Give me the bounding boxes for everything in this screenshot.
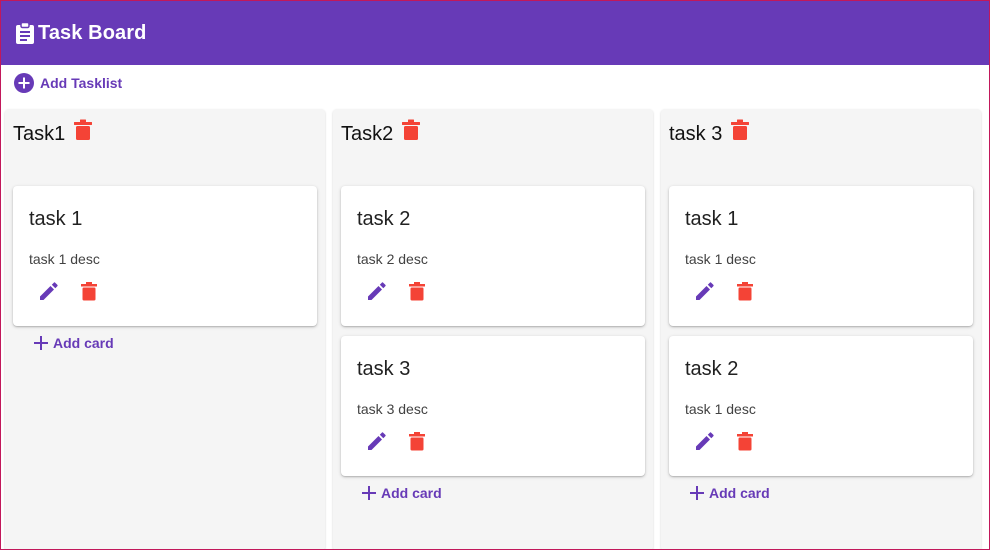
card-description: task 1 desc <box>685 401 756 417</box>
add-circle-icon <box>14 73 34 93</box>
edit-card-button[interactable] <box>37 279 61 303</box>
trash-icon <box>737 431 753 450</box>
pencil-icon <box>696 282 714 300</box>
pencil-icon <box>368 282 386 300</box>
add-card-label: Add card <box>381 485 442 501</box>
pencil-icon <box>696 432 714 450</box>
trash-icon <box>81 281 97 300</box>
delete-tasklist-button[interactable] <box>730 119 750 141</box>
trash-icon <box>731 119 750 140</box>
trash-icon <box>402 119 421 140</box>
tasklist-column: task 3 task 1 task 1 desc task 2 task 1 … <box>661 109 981 549</box>
tasklist-header: task 3 <box>669 119 750 147</box>
edit-card-button[interactable] <box>693 279 717 303</box>
pencil-icon <box>40 282 58 300</box>
trash-icon <box>409 281 425 300</box>
trash-icon <box>737 281 753 300</box>
add-card-label: Add card <box>53 335 114 351</box>
tasklist-header: Task2 <box>341 119 421 147</box>
add-card-label: Add card <box>709 485 770 501</box>
card-actions <box>693 279 757 303</box>
task-card: task 2 task 2 desc <box>341 186 645 326</box>
card-title: task 2 <box>685 358 739 380</box>
card-actions <box>365 279 429 303</box>
edit-card-button[interactable] <box>365 279 389 303</box>
plus-icon <box>361 485 377 501</box>
pencil-icon <box>368 432 386 450</box>
delete-card-button[interactable] <box>405 429 429 453</box>
card-description: task 3 desc <box>357 401 428 417</box>
delete-card-button[interactable] <box>733 429 757 453</box>
app-frame: Task Board Add Tasklist Task1 task 1 tas… <box>0 0 990 550</box>
edit-card-button[interactable] <box>365 429 389 453</box>
task-card: task 1 task 1 desc <box>13 186 317 326</box>
delete-tasklist-button[interactable] <box>401 119 421 141</box>
plus-icon <box>689 485 705 501</box>
tasklist-header: Task1 <box>13 119 93 147</box>
task-card: task 3 task 3 desc <box>341 336 645 476</box>
card-actions <box>37 279 101 303</box>
board: Task1 task 1 task 1 desc Add card Task2 … <box>1 109 989 549</box>
delete-card-button[interactable] <box>77 279 101 303</box>
clipboard-icon <box>15 22 35 44</box>
add-tasklist-button[interactable]: Add Tasklist <box>14 72 122 94</box>
tasklist-column: Task1 task 1 task 1 desc Add card <box>5 109 325 549</box>
trash-icon <box>74 119 93 140</box>
add-card-button[interactable]: Add card <box>361 482 442 504</box>
tasklist-column: Task2 task 2 task 2 desc task 3 task 3 d… <box>333 109 653 549</box>
add-card-button[interactable]: Add card <box>33 332 114 354</box>
app-bar: Task Board <box>1 1 989 65</box>
card-description: task 1 desc <box>29 251 100 267</box>
delete-card-button[interactable] <box>733 279 757 303</box>
card-title: task 3 <box>357 358 411 380</box>
card-title: task 1 <box>29 208 83 230</box>
card-actions <box>365 429 429 453</box>
tasklist-title: Task2 <box>341 123 394 145</box>
plus-icon <box>33 335 49 351</box>
tasklist-title: task 3 <box>669 123 723 145</box>
trash-icon <box>409 431 425 450</box>
task-card: task 2 task 1 desc <box>669 336 973 476</box>
task-card: task 1 task 1 desc <box>669 186 973 326</box>
add-tasklist-label: Add Tasklist <box>40 75 123 91</box>
card-description: task 2 desc <box>357 251 428 267</box>
edit-card-button[interactable] <box>693 429 717 453</box>
app-title: Task Board <box>38 21 147 44</box>
card-description: task 1 desc <box>685 251 756 267</box>
delete-tasklist-button[interactable] <box>73 119 93 141</box>
tasklist-title: Task1 <box>13 123 66 145</box>
card-actions <box>693 429 757 453</box>
card-title: task 1 <box>685 208 739 230</box>
delete-card-button[interactable] <box>405 279 429 303</box>
add-card-button[interactable]: Add card <box>689 482 770 504</box>
card-title: task 2 <box>357 208 411 230</box>
